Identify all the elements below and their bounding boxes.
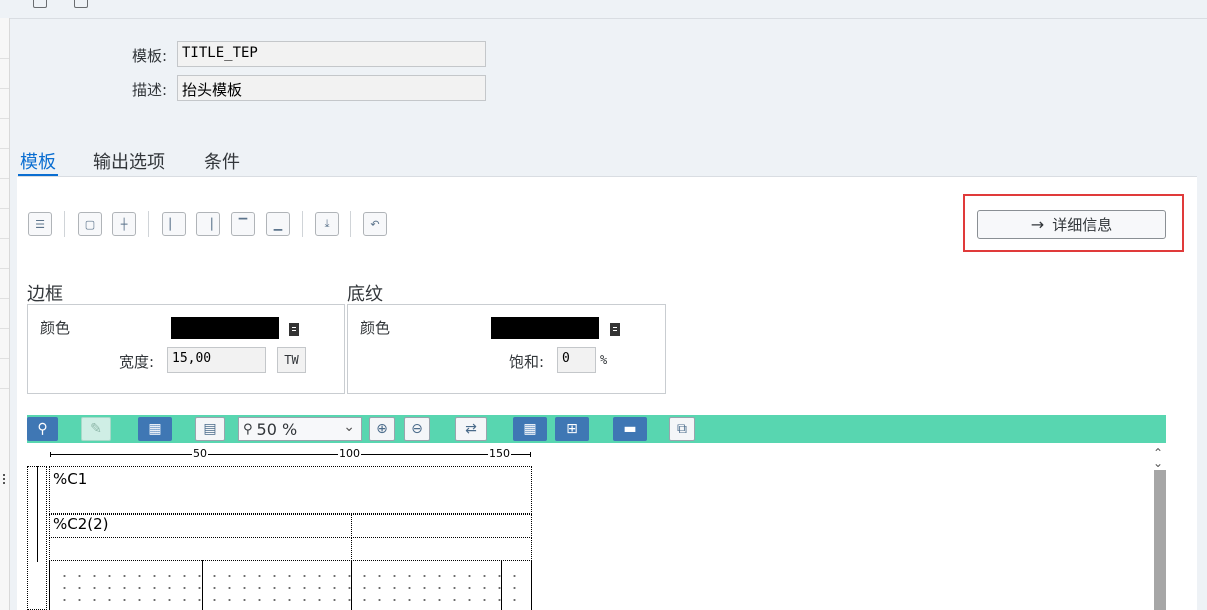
grid-column-line xyxy=(501,560,502,610)
tab-conditions[interactable]: 条件 xyxy=(204,148,240,174)
ruler-mark: 50 xyxy=(192,447,208,460)
zoom-value: 50 % xyxy=(256,419,298,439)
zoom-in-icon[interactable]: ⊕ xyxy=(369,417,395,441)
ruler-icon[interactable]: ▬ xyxy=(613,417,647,441)
ruler-mark: 100 xyxy=(338,447,361,460)
top-border-icon[interactable]: ▔ xyxy=(231,212,255,236)
border-group-title: 边框 xyxy=(27,284,63,305)
saturation-label: 饱和: xyxy=(509,353,545,371)
left-edge-panel xyxy=(0,18,10,610)
grid-dots xyxy=(57,570,527,610)
template-field[interactable]: TITLE_TEP xyxy=(177,41,486,67)
horizontal-ruler: 50 100 150 xyxy=(48,446,532,462)
table-cell[interactable] xyxy=(351,514,532,538)
zoom-search-icon: ⚲ xyxy=(243,421,253,437)
table-cell[interactable] xyxy=(49,537,352,561)
border-color-label: 颜色 xyxy=(40,319,71,337)
tab-output-options[interactable]: 输出选项 xyxy=(93,148,165,174)
resize-icon[interactable]: ⇄ xyxy=(455,417,487,441)
border-color-swatch[interactable] xyxy=(171,317,279,339)
saturation-field[interactable]: 0 xyxy=(557,347,596,373)
import-icon[interactable]: ⤓ xyxy=(315,212,339,236)
layout-icon[interactable]: ⧉ xyxy=(669,417,695,441)
description-field[interactable]: 抬头模板 xyxy=(177,75,486,101)
zoom-out-icon[interactable]: ⊖ xyxy=(404,417,430,441)
edit-icon[interactable]: ✎ xyxy=(81,417,111,441)
grid-column-line xyxy=(351,560,352,610)
color-picker-icon[interactable] xyxy=(289,323,299,336)
table-icon[interactable]: ▦ xyxy=(138,417,172,441)
table-cell[interactable] xyxy=(351,537,532,561)
bottom-border-icon[interactable]: ▁ xyxy=(266,212,290,236)
editor-toolbar: ⚲ ✎ ▦ ▤ ⚲ 50 % ⌄ ⊕ ⊖ ⇄ ▦ ⊞ ▬ ⧉ xyxy=(27,415,1166,443)
shading-group-title: 底纹 xyxy=(347,284,383,305)
left-border-icon[interactable]: ▏ xyxy=(162,212,186,236)
ruler-mark: 150 xyxy=(488,447,511,460)
chevron-down-icon: ⌄ xyxy=(343,419,355,435)
tab-template[interactable]: 模板 xyxy=(20,148,56,174)
saturation-unit: % xyxy=(600,353,608,367)
splitter-handle[interactable] xyxy=(3,474,7,484)
grid-view-icon[interactable]: ▦ xyxy=(513,417,547,441)
zoom-select[interactable]: ⚲ 50 % ⌄ xyxy=(238,417,362,441)
shading-color-label: 颜色 xyxy=(360,319,391,337)
border-width-label: 宽度: xyxy=(119,353,155,371)
right-border-icon[interactable]: ▕ xyxy=(196,212,220,236)
template-label: 模板: xyxy=(131,47,167,65)
cell-c1[interactable]: %C1 xyxy=(53,470,87,488)
inner-border-icon[interactable]: ┼ xyxy=(112,212,136,236)
grid-column-line xyxy=(202,560,203,610)
description-label: 描述: xyxy=(131,81,167,99)
table-layout-icon[interactable]: ☰ xyxy=(28,212,52,236)
border-width-field[interactable]: 15,00 xyxy=(167,347,266,373)
highlight-box xyxy=(963,194,1184,252)
shading-color-swatch[interactable] xyxy=(491,317,599,339)
scrollbar-thumb[interactable] xyxy=(1154,470,1166,610)
table-row[interactable] xyxy=(49,466,532,514)
pin-icon[interactable]: ⚲ xyxy=(27,417,58,441)
grid-lines-icon[interactable]: ⊞ xyxy=(555,417,589,441)
top-toolbar xyxy=(0,0,1207,19)
active-tab-indicator xyxy=(18,174,58,176)
undo-icon[interactable]: ↶ xyxy=(363,212,387,236)
grid-icon[interactable] xyxy=(74,0,88,8)
border-width-unit[interactable]: TW xyxy=(277,347,306,373)
properties-icon[interactable]: ▤ xyxy=(195,417,225,441)
shading-picker-icon[interactable] xyxy=(610,323,620,336)
outer-border-icon[interactable]: ▢ xyxy=(78,212,102,236)
cell-c2[interactable]: %C2(2) xyxy=(53,515,109,533)
scroll-down-icon[interactable]: ⌄ xyxy=(1153,456,1163,470)
menu-icon[interactable] xyxy=(33,0,47,8)
vertical-ruler-frame xyxy=(27,466,47,610)
